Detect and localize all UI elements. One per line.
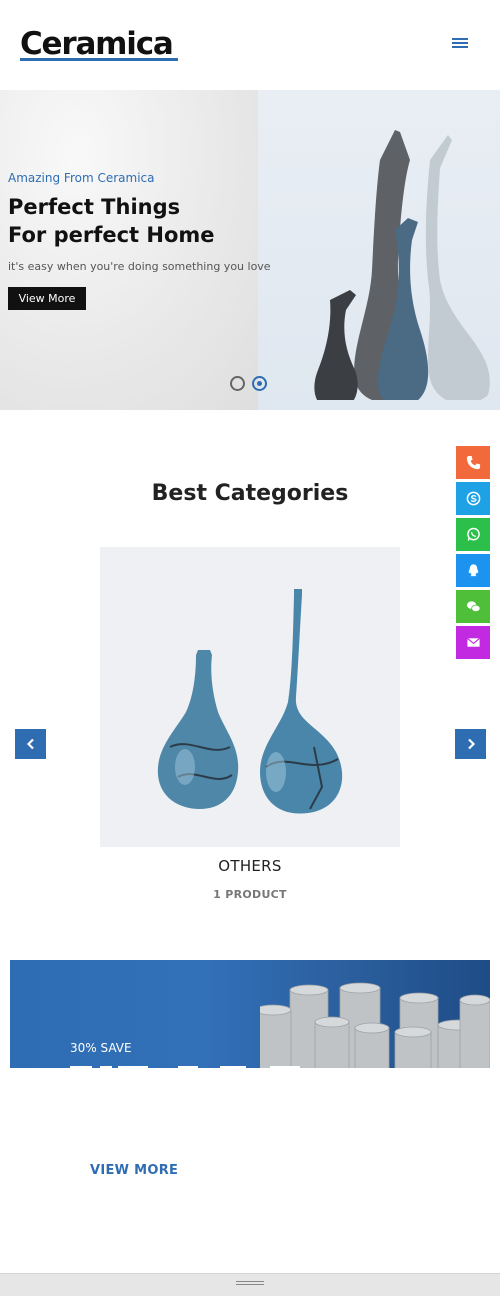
contact-bar <box>456 446 490 662</box>
view-more-button[interactable]: View More <box>8 287 86 310</box>
promo-heading-clipped <box>70 1066 300 1068</box>
slider-pagination <box>230 376 270 392</box>
promo-banner[interactable]: 30% SAVE <box>10 960 490 1068</box>
hero-title-line2: For perfect Home <box>8 223 215 247</box>
logo-underline <box>20 58 178 61</box>
view-more-link[interactable]: VIEW MORE <box>90 1163 178 1178</box>
hero-title: Perfect Things For perfect Home <box>8 193 268 249</box>
concrete-cups-image <box>260 982 490 1068</box>
carousel-next-button[interactable] <box>455 729 486 759</box>
hero-slider: Amazing From Ceramica Perfect Things For… <box>0 90 500 410</box>
hero-title-line1: Perfect Things <box>8 195 181 219</box>
categories-section-title: Best Categories <box>151 481 349 506</box>
whatsapp-icon <box>466 527 480 541</box>
carousel-prev-button[interactable] <box>15 729 46 759</box>
phone-icon <box>466 455 480 470</box>
slide-dot-2[interactable] <box>252 376 267 391</box>
chevron-right-icon <box>467 738 475 750</box>
whatsapp-button[interactable] <box>456 518 490 551</box>
resize-grip-icon[interactable] <box>236 1281 264 1287</box>
vase-sculpture-image <box>314 130 490 400</box>
category-product-count: 1 PRODUCT <box>213 888 287 901</box>
email-button[interactable] <box>456 626 490 659</box>
site-header: Ceramica <box>0 0 500 90</box>
qq-icon <box>468 564 478 577</box>
hamburger-menu-icon[interactable] <box>450 36 470 54</box>
phone-button[interactable] <box>456 446 490 479</box>
wechat-icon <box>466 601 480 613</box>
slide-dot-1[interactable] <box>230 376 245 391</box>
hero-overline: Amazing From Ceramica <box>8 171 155 185</box>
hero-subtitle: it's easy when you're doing something yo… <box>8 260 271 273</box>
email-icon <box>466 637 480 647</box>
wechat-button[interactable] <box>456 590 490 623</box>
qq-button[interactable] <box>456 554 490 587</box>
site-logo[interactable]: Ceramica <box>20 26 174 62</box>
bottom-resize-bar <box>0 1273 500 1296</box>
promo-badge: 30% SAVE <box>70 1041 132 1055</box>
chevron-left-icon <box>26 738 34 750</box>
category-image-others[interactable] <box>100 547 400 847</box>
blue-vases-image <box>157 589 343 814</box>
category-name[interactable]: OTHERS <box>0 857 500 875</box>
hero-background-texture <box>0 90 258 410</box>
